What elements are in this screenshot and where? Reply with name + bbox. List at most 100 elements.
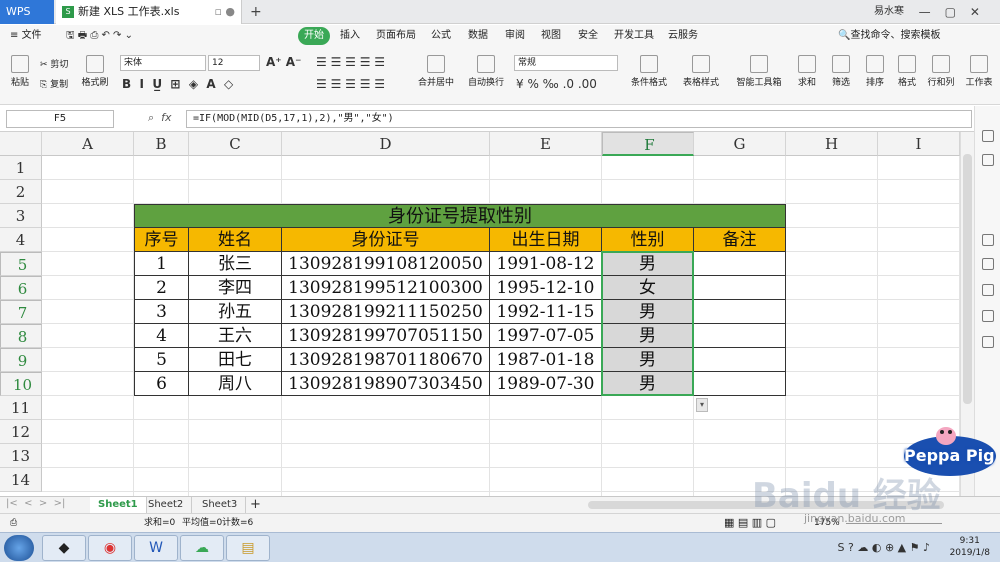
wps-home-tab[interactable]: WPS [0,0,54,24]
tab-formulas[interactable]: 公式 [425,27,457,45]
conditional-format-button[interactable]: 条件格式 [626,55,672,88]
table-header-cell[interactable]: 性别 [602,228,694,252]
fx-label[interactable]: fx [161,111,171,124]
table-cell[interactable] [694,372,786,396]
explorer-icon[interactable]: ▤ [226,535,270,561]
tab-close-icon[interactable]: ▫ ● [214,0,235,24]
selection-range[interactable] [601,251,694,396]
row-header-9[interactable]: 9 [0,348,42,372]
row-header-2[interactable]: 2 [0,180,42,204]
tab-data[interactable]: 数据 [462,27,494,45]
table-header-cell[interactable]: 身份证号 [282,228,490,252]
table-cell[interactable]: 1991-08-12 [490,252,602,276]
autofill-options-icon[interactable]: ▾ [696,398,708,412]
row-header-3[interactable]: 3 [0,204,42,228]
table-cell[interactable]: 田七 [189,348,282,372]
name-box[interactable]: F5 [6,110,114,128]
menu-file[interactable]: ≡ 文件 [4,27,48,45]
table-cell[interactable]: 1992-11-15 [490,300,602,324]
table-cell[interactable]: 1995-12-10 [490,276,602,300]
side-pane-help-icon[interactable] [982,336,994,348]
tab-insert[interactable]: 插入 [334,27,366,45]
table-cell[interactable]: 1 [134,252,189,276]
user-name[interactable]: 易水寒 [874,0,904,24]
table-cell[interactable]: 130928199707051150 [282,324,490,348]
side-pane-pointer-icon[interactable] [982,130,994,142]
column-header-C[interactable]: C [189,132,282,156]
format-button[interactable]: 格式 [894,55,920,88]
table-header-cell[interactable]: 序号 [134,228,189,252]
command-search[interactable]: 🔍查找命令、搜索模板 [832,27,946,45]
sort-button[interactable]: 排序 [862,55,888,88]
table-title[interactable]: 身份证号提取性别 [134,204,786,228]
column-header-D[interactable]: D [282,132,490,156]
table-cell[interactable]: 130928199108120050 [282,252,490,276]
status-icon[interactable]: ⎙ [10,514,17,532]
table-cell[interactable]: 王六 [189,324,282,348]
table-cell[interactable]: 130928199211150250 [282,300,490,324]
quick-access-icons[interactable]: 🖫 🖶 ⎙ ↶ ↷ ⌄ [66,28,133,45]
select-all-corner[interactable] [0,132,42,156]
font-grow-shrink-icons[interactable]: A⁺ A⁻ [266,55,301,69]
number-format-buttons[interactable]: ¥ % ‰ .0 .00 [516,77,597,91]
tab-developer[interactable]: 开发工具 [608,27,660,45]
new-tab-button[interactable]: + [250,0,262,24]
tab-cloud[interactable]: 云服务 [662,27,704,45]
table-cell[interactable] [694,324,786,348]
row-header-12[interactable]: 12 [0,420,42,444]
spreadsheet-grid[interactable]: A B C D E F G H I 1 2 3 4 5 6 7 8 9 10 11 12 13 14 身份证号提取性别 序号 姓名… [0,132,960,496]
number-format-select[interactable]: 常规 [514,55,618,71]
sheet-tab-1[interactable]: Sheet1 [90,497,147,513]
table-cell[interactable]: 1989-07-30 [490,372,602,396]
tab-security[interactable]: 安全 [572,27,604,45]
row-header-8[interactable]: 8 [0,324,42,348]
taskbar-app-1[interactable]: ◆ [42,535,86,561]
row-header-10[interactable]: 10 [0,372,42,396]
sheet-nav-arrows[interactable]: |< < > >| [6,498,65,509]
format-painter-button[interactable]: 格式刷 [80,55,110,88]
row-header-5[interactable]: 5 [0,252,42,276]
row-header-11[interactable]: 11 [0,396,42,420]
sum-button[interactable]: 求和 [794,55,820,88]
table-cell[interactable]: 2 [134,276,189,300]
side-pane-backup-icon[interactable] [982,284,994,296]
side-pane-history-icon[interactable] [982,258,994,270]
table-cell[interactable]: 3 [134,300,189,324]
column-header-B[interactable]: B [134,132,189,156]
table-cell[interactable]: 130928198907303450 [282,372,490,396]
formula-input[interactable]: =IF(MOD(MID(D5,17,1),2),"男","女") [186,110,972,128]
row-header-4[interactable]: 4 [0,228,42,252]
table-header-cell[interactable]: 姓名 [189,228,282,252]
wps-icon[interactable]: W [134,535,178,561]
document-tab[interactable]: S 新建 XLS 工作表.xls ▫ ● [56,0,242,24]
table-cell[interactable] [694,252,786,276]
clock[interactable]: 9:31 2019/1/8 [950,535,990,559]
align-buttons-row2[interactable]: ☰ ☰ ☰ ☰ ☰ [316,77,385,91]
column-header-E[interactable]: E [490,132,602,156]
sheet-tab-2[interactable]: Sheet2 [140,497,193,513]
merge-center-button[interactable]: 合并居中 [416,55,456,88]
align-buttons-row1[interactable]: ☰ ☰ ☰ ☰ ☰ [316,55,385,69]
window-controls[interactable]: —▢✕ [919,0,994,24]
system-tray[interactable]: S ? ☁ ◐ ⊕ ▲ ⚑ ♪ [838,541,930,554]
column-header-F[interactable]: F [602,132,694,156]
column-header-G[interactable]: G [694,132,786,156]
paste-button[interactable]: 粘贴 [8,55,32,88]
table-cell[interactable]: 5 [134,348,189,372]
start-button[interactable] [4,535,34,561]
tab-review[interactable]: 审阅 [499,27,531,45]
wrap-text-button[interactable]: 自动换行 [466,55,506,88]
row-header-7[interactable]: 7 [0,300,42,324]
worksheet-button[interactable]: 工作表 [962,55,996,88]
smart-toolbox-button[interactable]: 智能工具箱 [734,55,784,88]
chrome-icon[interactable]: ◉ [88,535,132,561]
sheet-tab-3[interactable]: Sheet3 [194,497,247,513]
row-header-13[interactable]: 13 [0,444,42,468]
side-pane-share-icon[interactable] [982,310,994,322]
formula-bar-icons[interactable]: ⌕ fx [148,111,172,125]
table-cell[interactable] [694,348,786,372]
table-cell[interactable]: 4 [134,324,189,348]
table-cell[interactable]: 130928198701180670 [282,348,490,372]
cut-button[interactable]: ✂ 剪切 [40,57,68,70]
tab-home[interactable]: 开始 [298,27,330,45]
